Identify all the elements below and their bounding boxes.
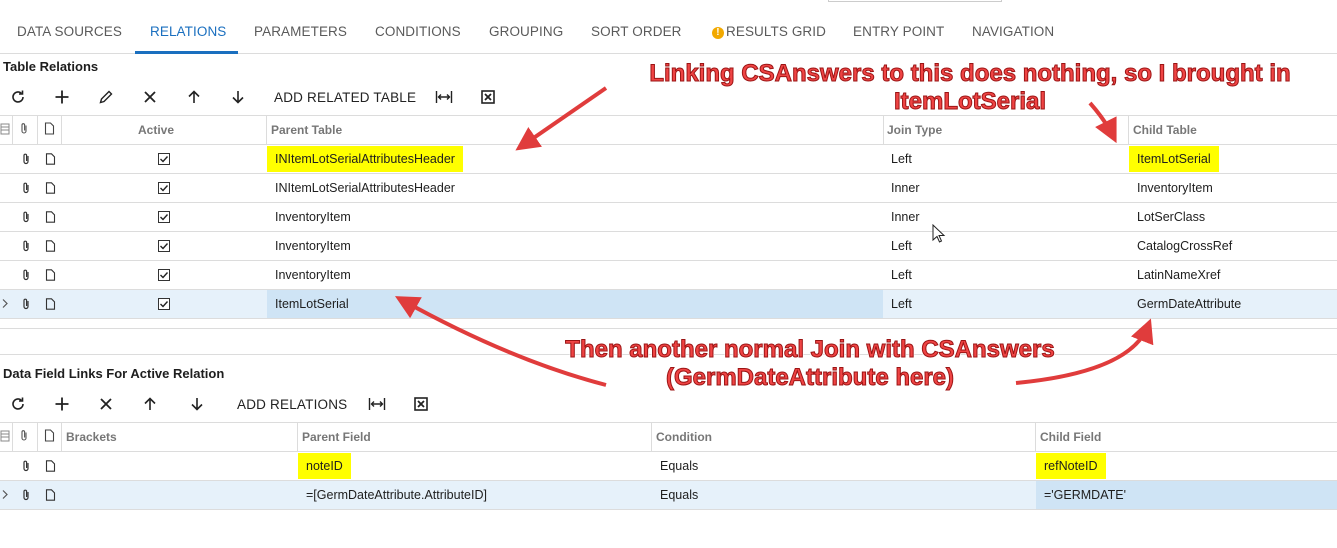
arrow-to-parent-table	[515, 86, 608, 151]
arrow-to-itemlotserial	[395, 296, 607, 387]
annotation-arrows	[395, 86, 1154, 387]
arrow-to-child-table	[1088, 101, 1117, 144]
arrow-to-germdateattribute	[1015, 318, 1154, 385]
